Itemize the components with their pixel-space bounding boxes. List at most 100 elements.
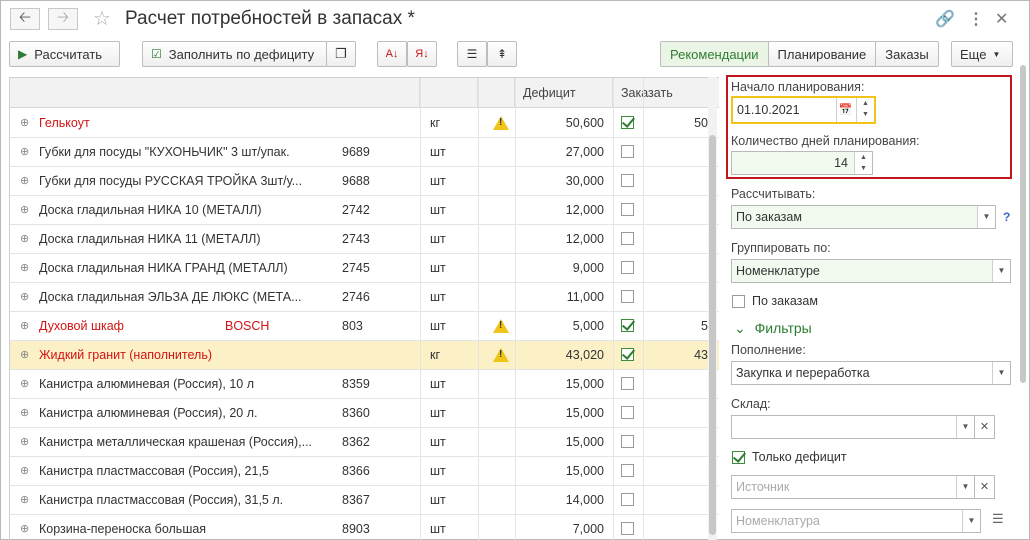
checkbox-icon[interactable] bbox=[621, 290, 634, 304]
chevron-down-icon[interactable]: ▼ bbox=[956, 476, 974, 498]
checkbox-icon[interactable] bbox=[732, 294, 745, 308]
checkbox-checked-icon[interactable] bbox=[732, 450, 745, 464]
expand-icon[interactable]: ⊕ bbox=[20, 370, 34, 399]
spin-up-icon[interactable]: ▲ bbox=[857, 98, 874, 109]
item-order-qty[interactable] bbox=[650, 167, 708, 196]
indent-button[interactable]: ☰ bbox=[457, 41, 487, 67]
clear-source-icon[interactable]: ✕ bbox=[975, 475, 995, 499]
item-order-qty[interactable] bbox=[650, 283, 708, 312]
spin-down-icon[interactable]: ▼ bbox=[855, 163, 872, 174]
back-button[interactable]: 🡠 bbox=[10, 8, 40, 30]
chevron-down-icon[interactable]: ▼ bbox=[962, 510, 980, 532]
order-checkbox-cell[interactable] bbox=[621, 138, 641, 167]
more-vertical-icon[interactable]: ⋮ bbox=[968, 9, 984, 29]
expand-icon[interactable]: ⊕ bbox=[20, 515, 34, 540]
forward-button[interactable]: 🡢 bbox=[48, 8, 78, 30]
order-checkbox-cell[interactable] bbox=[621, 457, 641, 486]
expand-icon[interactable]: ⊕ bbox=[20, 486, 34, 515]
only-deficit-checkbox[interactable]: Только дефицит bbox=[732, 450, 847, 464]
group-select[interactable]: Номенклатуре ▼ bbox=[731, 259, 1011, 283]
order-checkbox-cell[interactable] bbox=[621, 283, 641, 312]
expand-icon[interactable]: ⊕ bbox=[20, 399, 34, 428]
calc-select[interactable]: По заказам ▼ bbox=[731, 205, 996, 229]
calendar-icon[interactable]: 📅 bbox=[836, 98, 854, 122]
expand-icon[interactable]: ⊕ bbox=[20, 109, 34, 138]
checkbox-checked-icon[interactable] bbox=[621, 319, 634, 333]
expand-icon[interactable]: ⊕ bbox=[20, 167, 34, 196]
spin-up-icon[interactable]: ▲ bbox=[855, 152, 872, 163]
expand-icon[interactable]: ⊕ bbox=[20, 225, 34, 254]
order-checkbox-cell[interactable] bbox=[621, 167, 641, 196]
item-order-qty[interactable]: 50 bbox=[650, 109, 708, 138]
chevron-down-icon[interactable]: ▼ bbox=[956, 416, 974, 438]
order-checkbox-cell[interactable] bbox=[621, 515, 641, 540]
col-name-header[interactable] bbox=[10, 78, 420, 108]
by-orders-checkbox[interactable]: По заказам bbox=[732, 294, 818, 308]
source-field[interactable]: Источник ▼ bbox=[731, 475, 975, 499]
outdent-button[interactable]: ⇞ bbox=[487, 41, 517, 67]
chevron-down-icon[interactable]: ▼ bbox=[992, 260, 1010, 282]
item-order-qty[interactable] bbox=[650, 428, 708, 457]
table-scrollbar[interactable] bbox=[708, 77, 717, 540]
panel-scrollbar-thumb[interactable] bbox=[1020, 65, 1026, 383]
checkbox-checked-icon[interactable] bbox=[621, 116, 634, 130]
checkbox-icon[interactable] bbox=[621, 145, 634, 159]
checkbox-icon[interactable] bbox=[621, 464, 634, 478]
expand-icon[interactable]: ⊕ bbox=[20, 138, 34, 167]
expand-icon[interactable]: ⊕ bbox=[20, 428, 34, 457]
item-order-qty[interactable] bbox=[650, 515, 708, 540]
checkbox-checked-icon[interactable] bbox=[621, 348, 634, 362]
item-order-qty[interactable] bbox=[650, 225, 708, 254]
col-order-header[interactable]: Заказать bbox=[613, 78, 719, 108]
sort-desc-button[interactable]: Я↓ bbox=[407, 41, 437, 67]
expand-icon[interactable]: ⊕ bbox=[20, 457, 34, 486]
table-scrollbar-thumb[interactable] bbox=[709, 135, 716, 535]
more-button[interactable]: Еще ▼ bbox=[951, 41, 1013, 67]
col-warning-header[interactable] bbox=[478, 78, 515, 108]
item-order-qty[interactable] bbox=[650, 196, 708, 225]
checkbox-icon[interactable] bbox=[621, 377, 634, 391]
order-checkbox-cell[interactable] bbox=[621, 109, 641, 138]
order-checkbox-cell[interactable] bbox=[621, 196, 641, 225]
col-deficit-header[interactable]: Дефицит bbox=[515, 78, 613, 108]
checkbox-icon[interactable] bbox=[621, 174, 634, 188]
expand-icon[interactable]: ⊕ bbox=[20, 312, 34, 341]
item-order-qty[interactable] bbox=[650, 370, 708, 399]
warehouse-field[interactable]: ▼ bbox=[731, 415, 975, 439]
tab-planning[interactable]: Планирование bbox=[768, 42, 877, 66]
panel-scrollbar[interactable] bbox=[1019, 61, 1027, 540]
item-order-qty[interactable] bbox=[650, 486, 708, 515]
fill-by-deficit-button[interactable]: ☑ Заполнить по дефициту bbox=[142, 41, 327, 67]
replenish-select[interactable]: Закупка и переработка ▼ bbox=[731, 361, 1011, 385]
expand-icon[interactable]: ⊕ bbox=[20, 196, 34, 225]
list-select-icon[interactable]: ☰ bbox=[992, 511, 1004, 527]
start-date-field[interactable]: 01.10.2021 📅 ▲ ▼ bbox=[731, 96, 876, 124]
filters-group-toggle[interactable]: ⌄ Фильтры bbox=[734, 320, 812, 337]
order-checkbox-cell[interactable] bbox=[621, 312, 641, 341]
order-checkbox-cell[interactable] bbox=[621, 399, 641, 428]
checkbox-icon[interactable] bbox=[621, 493, 634, 507]
days-spinner[interactable]: ▲ ▼ bbox=[854, 152, 872, 174]
expand-icon[interactable]: ⊕ bbox=[20, 341, 34, 370]
order-checkbox-cell[interactable] bbox=[621, 225, 641, 254]
checkbox-icon[interactable] bbox=[621, 232, 634, 246]
order-checkbox-cell[interactable] bbox=[621, 370, 641, 399]
link-icon[interactable]: 🔗 bbox=[935, 9, 955, 29]
item-order-qty[interactable] bbox=[650, 254, 708, 283]
tab-orders[interactable]: Заказы bbox=[876, 42, 938, 66]
item-order-qty[interactable]: 43 bbox=[650, 341, 708, 370]
days-field[interactable]: 14 ▲ ▼ bbox=[731, 151, 873, 175]
item-order-qty[interactable] bbox=[650, 399, 708, 428]
checkbox-icon[interactable] bbox=[621, 261, 634, 275]
start-date-spinner[interactable]: ▲ ▼ bbox=[856, 98, 874, 122]
checkbox-icon[interactable] bbox=[621, 522, 634, 536]
order-checkbox-cell[interactable] bbox=[621, 486, 641, 515]
chevron-down-icon[interactable]: ▼ bbox=[977, 206, 995, 228]
chevron-down-icon[interactable]: ▼ bbox=[992, 362, 1010, 384]
calculate-button[interactable]: ▶ Рассчитать bbox=[9, 41, 120, 67]
item-order-qty[interactable] bbox=[650, 138, 708, 167]
order-checkbox-cell[interactable] bbox=[621, 341, 641, 370]
order-checkbox-cell[interactable] bbox=[621, 254, 641, 283]
spin-down-icon[interactable]: ▼ bbox=[857, 109, 874, 120]
clear-warehouse-icon[interactable]: ✕ bbox=[975, 415, 995, 439]
